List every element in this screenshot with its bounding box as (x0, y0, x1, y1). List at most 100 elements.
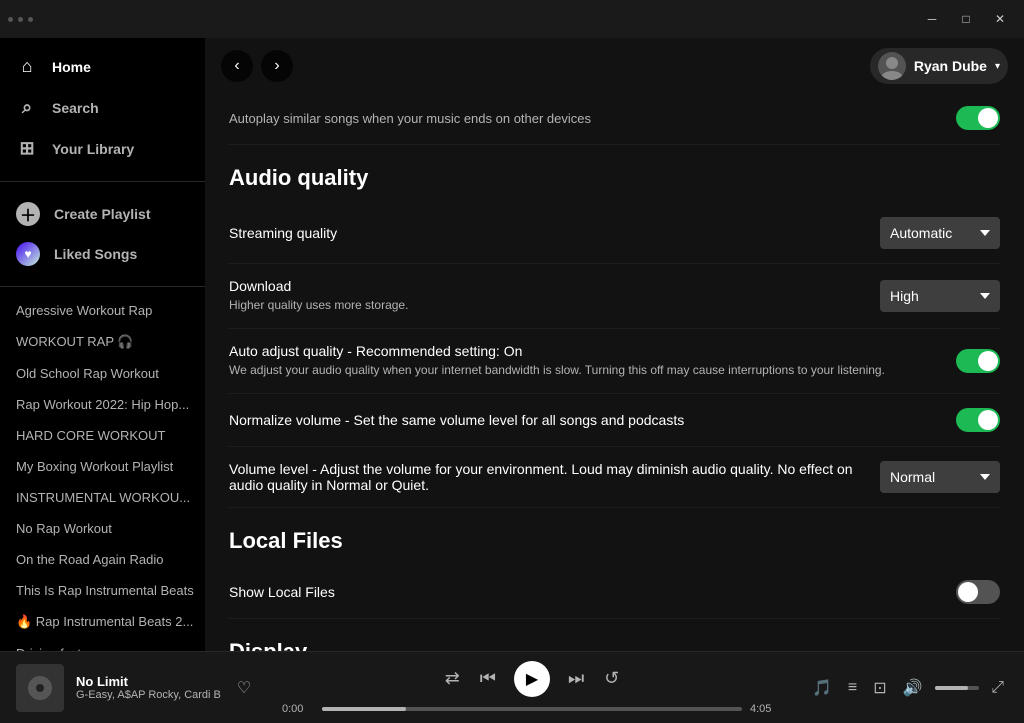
settings-row-streaming-quality: Streaming qualityAutomaticLowNormalHighV… (229, 203, 1000, 264)
queue-icon[interactable]: ≡ (844, 675, 861, 701)
select-download[interactable]: LowNormalHighVery High (880, 280, 1000, 312)
main-layout: ⌂ Home ⌕ Search ⊞ Your Library ＋ Create … (0, 38, 1024, 651)
playlist-item-label: Agressive Workout Rap (16, 303, 152, 318)
volume-icon[interactable]: 🔊 (899, 674, 927, 702)
playlist-item[interactable]: On the Road Again Radio (0, 544, 205, 575)
dot-2 (18, 17, 23, 22)
user-menu[interactable]: Ryan Dube ▾ (870, 48, 1008, 84)
titlebar: ─ □ ✕ (0, 0, 1024, 38)
toggle-normalize-volume[interactable] (956, 408, 1000, 432)
playlist-item-label: WORKOUT RAP 🎧 (16, 334, 134, 350)
toggle-slider-normalize-volume (956, 408, 1000, 432)
playlist-item-label: Rap Workout 2022: Hip Hop... (16, 397, 189, 412)
progress-fill (322, 707, 406, 711)
home-icon: ⌂ (16, 56, 38, 77)
liked-songs-icon: ♥ (16, 242, 40, 266)
minimize-button[interactable]: ─ (916, 5, 948, 33)
playlist-item-label: 🔥 Rap Instrumental Beats 2... (16, 614, 193, 630)
sidebar-item-home-label: Home (52, 59, 91, 75)
next-button[interactable]: ⏭ (566, 666, 586, 691)
volume-fill (935, 686, 968, 690)
close-button[interactable]: ✕ (984, 5, 1016, 33)
devices-icon[interactable]: ⊡ (869, 674, 890, 702)
forward-button[interactable]: › (261, 50, 293, 82)
toggle-slider-auto-adjust (956, 349, 1000, 373)
back-button[interactable]: ‹ (221, 50, 253, 82)
sidebar-item-home[interactable]: ⌂ Home (0, 46, 205, 87)
volume-bar[interactable] (935, 686, 980, 690)
repeat-button[interactable]: ↺ (602, 666, 621, 691)
autoplay-toggle-slider (956, 106, 1000, 130)
settings-row-text-download: Download Higher quality uses more storage… (229, 278, 860, 314)
playlist-item[interactable]: My Boxing Workout Playlist (0, 451, 205, 482)
settings-row-label-volume-level: Volume level - Adjust the volume for you… (229, 461, 860, 493)
playlist-item[interactable]: 🔥 Rap Instrumental Beats 2... (0, 606, 205, 638)
titlebar-dots (8, 17, 33, 22)
content-header: ‹ › Ryan Dube ▾ (205, 38, 1024, 94)
maximize-button[interactable]: □ (950, 5, 982, 33)
playlist-item[interactable]: Agressive Workout Rap (0, 295, 205, 326)
titlebar-controls: ─ □ ✕ (916, 5, 1016, 33)
select-streaming-quality[interactable]: AutomaticLowNormalHighVery High (880, 217, 1000, 249)
user-avatar (878, 52, 906, 80)
playlist-item[interactable]: Old School Rap Workout (0, 358, 205, 389)
playlist-item-label: No Rap Workout (16, 521, 112, 536)
autoplay-label: Autoplay similar songs when your music e… (229, 111, 591, 126)
track-title: No Limit (76, 674, 221, 689)
playlist-item-label: INSTRUMENTAL WORKOU... (16, 490, 190, 505)
section-title-local-files: Local Files (229, 528, 1000, 554)
sidebar: ⌂ Home ⌕ Search ⊞ Your Library ＋ Create … (0, 38, 205, 651)
create-playlist-item[interactable]: ＋ Create Playlist (0, 194, 205, 234)
shuffle-button[interactable]: ⇄ (443, 666, 462, 691)
playlist-item[interactable]: HARD CORE WORKOUT (0, 420, 205, 451)
toggle-auto-adjust[interactable] (956, 349, 1000, 373)
playlist-list: Agressive Workout Rap WORKOUT RAP 🎧 Old Sc… (0, 291, 205, 651)
playlist-item-label: Old School Rap Workout (16, 366, 159, 381)
settings-row-auto-adjust: Auto adjust quality - Recommended settin… (229, 329, 1000, 394)
settings-row-text-show-local-files: Show Local Files (229, 584, 936, 600)
playlist-item[interactable]: WORKOUT RAP 🎧 (0, 326, 205, 358)
like-button[interactable]: ♡ (233, 674, 255, 702)
chevron-down-icon: ▾ (995, 61, 1000, 72)
settings-row-download: Download Higher quality uses more storage… (229, 264, 1000, 329)
playlist-item[interactable]: No Rap Workout (0, 513, 205, 544)
sidebar-item-library[interactable]: ⊞ Your Library (0, 128, 205, 169)
player-controls: ⇄ ⏮ ▶ ⏭ ↺ 0:00 4:05 (256, 661, 808, 715)
progress-bar[interactable] (322, 707, 742, 711)
time-total: 4:05 (750, 703, 782, 715)
settings-row-label-download: Download (229, 278, 860, 294)
section-title-display: Display (229, 639, 1000, 651)
select-volume-level[interactable]: QuietNormalLoud (880, 461, 1000, 493)
player-track: No Limit G-Easy, A$AP Rocky, Cardi B ♡ (16, 664, 256, 712)
playlist-item-label: My Boxing Workout Playlist (16, 459, 173, 474)
toggle-show-local-files[interactable] (956, 580, 1000, 604)
settings-row-text-volume-level: Volume level - Adjust the volume for you… (229, 461, 860, 493)
search-icon: ⌕ (16, 97, 38, 118)
playlist-item[interactable]: INSTRUMENTAL WORKOU... (0, 482, 205, 513)
playlist-item-label: HARD CORE WORKOUT (16, 428, 166, 443)
fullscreen-icon[interactable]: ⤢ (987, 675, 1008, 701)
playlist-item[interactable]: This Is Rap Instrumental Beats (0, 575, 205, 606)
sidebar-item-search-label: Search (52, 100, 99, 116)
liked-songs-item[interactable]: ♥ Liked Songs (0, 234, 205, 274)
settings-row-text-auto-adjust: Auto adjust quality - Recommended settin… (229, 343, 936, 379)
settings-row-label-auto-adjust: Auto adjust quality - Recommended settin… (229, 343, 936, 359)
nav-arrows: ‹ › (221, 50, 293, 82)
sidebar-nav: ⌂ Home ⌕ Search ⊞ Your Library (0, 38, 205, 177)
settings-sections: Audio qualityStreaming qualityAutomaticL… (229, 165, 1000, 651)
play-button[interactable]: ▶ (514, 661, 550, 697)
settings-row-desc-download: Higher quality uses more storage. (229, 297, 860, 314)
now-playing-icon[interactable]: 🎵 (808, 674, 836, 702)
user-name: Ryan Dube (914, 58, 987, 74)
prev-button[interactable]: ⏮ (478, 666, 498, 691)
liked-songs-label: Liked Songs (54, 246, 137, 262)
playlist-item[interactable]: Driving fast (0, 638, 205, 651)
sidebar-item-search[interactable]: ⌕ Search (0, 87, 205, 128)
track-info: No Limit G-Easy, A$AP Rocky, Cardi B (76, 674, 221, 701)
dot-3 (28, 17, 33, 22)
autoplay-toggle[interactable] (956, 106, 1000, 130)
create-playlist-icon: ＋ (16, 202, 40, 226)
sidebar-item-library-label: Your Library (52, 141, 134, 157)
playlist-item[interactable]: Rap Workout 2022: Hip Hop... (0, 389, 205, 420)
settings-row-normalize-volume: Normalize volume - Set the same volume l… (229, 394, 1000, 447)
